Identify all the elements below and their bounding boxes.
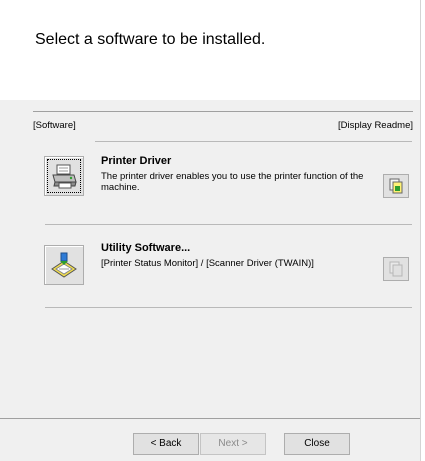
- utility-software-title: Utility Software...: [101, 242, 191, 254]
- printer-driver-icon: [52, 164, 77, 189]
- list-item-divider: [45, 224, 412, 225]
- printer-driver-title: Printer Driver: [101, 155, 172, 167]
- utility-software-readme-button[interactable]: [383, 257, 409, 281]
- footer-divider: [0, 418, 420, 419]
- printer-driver-button[interactable]: [44, 156, 84, 196]
- utility-software-button[interactable]: [44, 245, 84, 285]
- list-bottom-divider: [45, 307, 412, 308]
- window-edge: [420, 0, 425, 461]
- readme-document-icon: [389, 261, 403, 277]
- list-top-divider: [95, 141, 412, 142]
- software-column-label: [Software]: [33, 120, 76, 131]
- next-button[interactable]: Next >: [200, 433, 266, 455]
- printer-driver-readme-button[interactable]: [383, 174, 409, 198]
- printer-driver-description: The printer driver enables you to use th…: [101, 171, 364, 193]
- back-button[interactable]: < Back: [133, 433, 199, 455]
- header-divider: [33, 111, 413, 112]
- header-panel: Select a software to be installed.: [0, 0, 425, 100]
- page-title: Select a software to be installed.: [35, 31, 266, 48]
- close-button[interactable]: Close: [284, 433, 350, 455]
- utility-software-description: [Printer Status Monitor] / [Scanner Driv…: [101, 258, 314, 269]
- utility-software-icon: [51, 252, 77, 278]
- readme-document-icon: [389, 178, 403, 194]
- display-readme-column-label: [Display Readme]: [338, 120, 413, 131]
